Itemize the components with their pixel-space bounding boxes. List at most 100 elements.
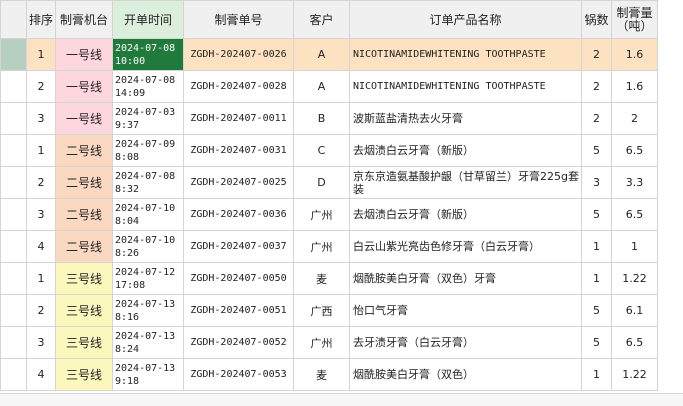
table-row[interactable]: 2 一号线 2024-07-08 14:09 ZGDH-202407-0028 A NIC… xyxy=(0,70,683,103)
cell-order-no[interactable]: ZGDH-202407-0036 xyxy=(183,198,294,231)
table-row[interactable]: 2 二号线 2024-07-08 8:32 ZGDH-202407-0025 D 京东京造… xyxy=(0,166,683,199)
cell-qty[interactable]: 6.5 xyxy=(611,326,658,359)
cell-customer[interactable]: 广州 xyxy=(293,230,350,263)
table-row[interactable]: 3 二号线 2024-07-10 8:04 ZGDH-202407-0036 广州 去烟渍… xyxy=(0,198,683,231)
cell-order-no[interactable]: ZGDH-202407-0053 xyxy=(183,358,294,391)
cell-customer[interactable]: 广州 xyxy=(293,326,350,359)
cell-order-no[interactable]: ZGDH-202407-0050 xyxy=(183,262,294,295)
table-row[interactable]: 4 三号线 2024-07-13 9:18 ZGDH-202407-0053 麦烟酰胺美… xyxy=(0,358,683,391)
cell-qty[interactable]: 1 xyxy=(611,230,658,263)
cell-pots[interactable]: 1 xyxy=(581,358,612,391)
cell-qty[interactable]: 6.5 xyxy=(611,198,658,231)
cell-start-time[interactable]: 2024-07-13 9:18 xyxy=(112,358,184,391)
cell-qty[interactable]: 2 xyxy=(611,102,658,135)
cell-customer[interactable]: 广州 xyxy=(293,198,350,231)
cell-empty[interactable] xyxy=(657,38,683,71)
cell-machine[interactable]: 二号线 xyxy=(55,166,113,199)
cell-customer[interactable]: C xyxy=(293,134,350,167)
cell-start-time[interactable]: 2024-07-12 17:08 xyxy=(112,262,184,295)
cell-start-time[interactable]: 2024-07-08 14:09 xyxy=(112,70,184,103)
cell-product[interactable]: 去牙渍牙膏（白云牙膏） xyxy=(349,326,582,359)
header-machine[interactable]: 制膏机台 xyxy=(55,0,113,39)
cell-pots[interactable]: 1 xyxy=(581,262,612,295)
cell-start-time[interactable]: 2024-07-08 8:32 xyxy=(112,166,184,199)
table-row[interactable]: 3 三号线 2024-07-13 8:24 ZGDH-202407-0052 广州 去牙渍… xyxy=(0,326,683,359)
row-header[interactable] xyxy=(0,70,27,103)
cell-empty[interactable] xyxy=(657,198,683,231)
cell-seq[interactable]: 2 xyxy=(26,294,56,327)
cell-start-time[interactable]: 2024-07-10 8:26 xyxy=(112,230,184,263)
cell-empty[interactable] xyxy=(657,134,683,167)
cell-machine[interactable]: 三号线 xyxy=(55,262,113,295)
cell-machine[interactable]: 二号线 xyxy=(55,230,113,263)
cell-machine[interactable]: 一号线 xyxy=(55,70,113,103)
cell-pots[interactable]: 5 xyxy=(581,294,612,327)
cell-start-time[interactable]: 2024-07-08 10:00 xyxy=(112,38,184,71)
cell-empty[interactable] xyxy=(657,358,683,391)
cell-qty[interactable]: 3.3 xyxy=(611,166,658,199)
row-header[interactable] xyxy=(0,198,27,231)
cell-machine[interactable]: 一号线 xyxy=(55,38,113,71)
cell-order-no[interactable]: ZGDH-202407-0011 xyxy=(183,102,294,135)
row-header[interactable] xyxy=(0,326,27,359)
cell-start-time[interactable]: 2024-07-13 8:24 xyxy=(112,326,184,359)
cell-product[interactable]: NICOTINAMIDEWHITENING TOOTHPASTE xyxy=(349,38,582,71)
cell-order-no[interactable]: ZGDH-202407-0031 xyxy=(183,134,294,167)
header-start-time[interactable]: 开单时间 xyxy=(112,0,184,39)
cell-order-no[interactable]: ZGDH-202407-0026 xyxy=(183,38,294,71)
cell-qty[interactable]: 6.5 xyxy=(611,134,658,167)
cell-pots[interactable]: 2 xyxy=(581,38,612,71)
cell-customer[interactable]: A xyxy=(293,38,350,71)
cell-seq[interactable]: 1 xyxy=(26,262,56,295)
cell-product[interactable]: 波斯蓝盐清热去火牙膏 xyxy=(349,102,582,135)
table-row[interactable]: 3 一号线 2024-07-03 9:37 ZGDH-202407-0011 B 波斯蓝盐… xyxy=(0,102,683,135)
cell-product[interactable]: 去烟渍白云牙膏（新版） xyxy=(349,134,582,167)
cell-customer[interactable]: B xyxy=(293,102,350,135)
header-product[interactable]: 订单产品名称 xyxy=(349,0,582,39)
cell-product[interactable]: 怡口气牙膏 xyxy=(349,294,582,327)
cell-machine[interactable]: 三号线 xyxy=(55,326,113,359)
cell-product[interactable]: 烟酰胺美白牙膏（双色）牙膏 xyxy=(349,262,582,295)
cell-machine[interactable]: 二号线 xyxy=(55,198,113,231)
cell-seq[interactable]: 1 xyxy=(26,38,56,71)
table-row[interactable]: 1 三号线 2024-07-12 17:08 ZGDH-202407-0050 麦烟酰胺… xyxy=(0,262,683,295)
cell-seq[interactable]: 4 xyxy=(26,358,56,391)
cell-seq[interactable]: 2 xyxy=(26,166,56,199)
table-row[interactable]: 1 二号线 2024-07-09 8:08 ZGDH-202407-0031 C 去烟渍白… xyxy=(0,134,683,167)
cell-machine[interactable]: 三号线 xyxy=(55,358,113,391)
header-customer[interactable]: 客户 xyxy=(293,0,350,39)
cell-pots[interactable]: 3 xyxy=(581,166,612,199)
cell-customer[interactable]: 广西 xyxy=(293,294,350,327)
cell-product[interactable]: 去烟渍白云牙膏（新版） xyxy=(349,198,582,231)
header-order-no[interactable]: 制膏单号 xyxy=(183,0,294,39)
cell-pots[interactable]: 5 xyxy=(581,134,612,167)
cell-seq[interactable]: 1 xyxy=(26,134,56,167)
cell-start-time[interactable]: 2024-07-09 8:08 xyxy=(112,134,184,167)
row-header[interactable] xyxy=(0,166,27,199)
row-header[interactable] xyxy=(0,294,27,327)
cell-empty[interactable] xyxy=(657,262,683,295)
cell-pots[interactable]: 5 xyxy=(581,198,612,231)
cell-empty[interactable] xyxy=(657,70,683,103)
cell-seq[interactable]: 2 xyxy=(26,70,56,103)
cell-qty[interactable]: 1.22 xyxy=(611,262,658,295)
table-row[interactable]: 2 三号线 2024-07-13 8:16 ZGDH-202407-0051 广西 怡口气… xyxy=(0,294,683,327)
cell-machine[interactable]: 一号线 xyxy=(55,102,113,135)
table-row[interactable]: 4 二号线 2024-07-10 8:26 ZGDH-202407-0037 广州 白云山… xyxy=(0,230,683,263)
cell-order-no[interactable]: ZGDH-202407-0037 xyxy=(183,230,294,263)
cell-empty[interactable] xyxy=(657,166,683,199)
row-header[interactable] xyxy=(0,38,27,71)
cell-pots[interactable]: 1 xyxy=(581,230,612,263)
cell-pots[interactable]: 2 xyxy=(581,70,612,103)
cell-empty[interactable] xyxy=(657,294,683,327)
cell-customer[interactable]: A xyxy=(293,70,350,103)
cell-customer[interactable]: 麦 xyxy=(293,358,350,391)
cell-machine[interactable]: 三号线 xyxy=(55,294,113,327)
row-header[interactable] xyxy=(0,358,27,391)
header-pots[interactable]: 锅数 xyxy=(581,0,612,39)
table-row[interactable]: 1 一号线 2024-07-08 10:00 ZGDH-202407-0026 A NIC… xyxy=(0,38,683,71)
cell-start-time[interactable]: 2024-07-10 8:04 xyxy=(112,198,184,231)
cell-seq[interactable]: 3 xyxy=(26,198,56,231)
cell-qty[interactable]: 6.1 xyxy=(611,294,658,327)
cell-product[interactable]: NICOTINAMIDEWHITENING TOOTHPASTE xyxy=(349,70,582,103)
